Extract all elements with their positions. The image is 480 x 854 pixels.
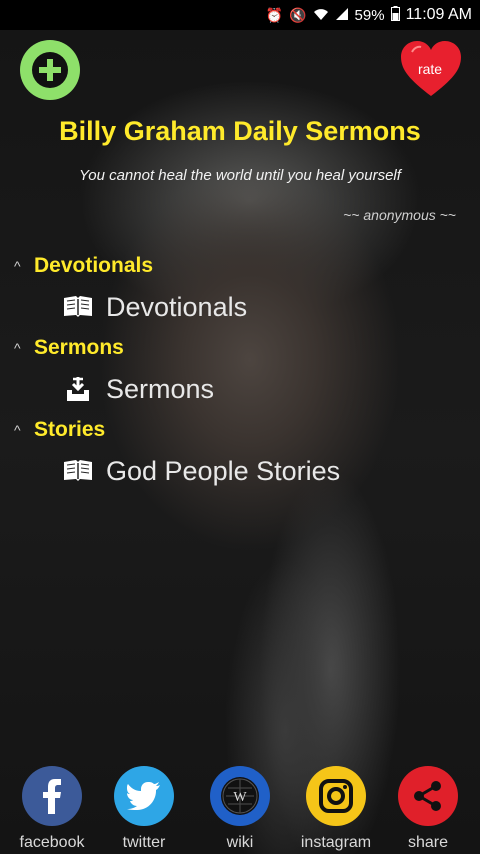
status-time: 11:09 AM (405, 6, 472, 23)
quote-text: You cannot heal the world until you heal… (79, 167, 401, 184)
wiki-button[interactable]: W wiki (200, 766, 280, 852)
item-label: Sermons (106, 373, 215, 404)
share-button[interactable]: share (388, 766, 468, 852)
facebook-icon (22, 766, 82, 826)
share-label: share (407, 834, 449, 851)
app-title: Billy Graham Daily Sermons (59, 116, 421, 146)
instagram-icon (306, 766, 366, 826)
collapse-caret-icon: ^ (14, 340, 21, 356)
twitter-icon (114, 766, 174, 826)
signal-icon (335, 7, 349, 24)
add-button[interactable] (20, 40, 80, 100)
list-item-devotionals[interactable]: Devotionals (62, 289, 247, 325)
collapse-caret-icon: ^ (14, 422, 21, 438)
item-label: Devotionals (106, 291, 248, 322)
plus-icon (32, 52, 68, 88)
mute-icon: 🔇 (289, 6, 307, 23)
battery-percent: 59% (354, 6, 385, 24)
alarm-icon: ⏰ (265, 6, 284, 23)
section-title: Devotionals (34, 254, 154, 277)
wifi-icon (313, 7, 329, 24)
twitter-label: twitter (122, 834, 166, 851)
book-icon (62, 293, 94, 321)
wiki-label: wiki (226, 834, 254, 851)
svg-text:W: W (233, 790, 247, 805)
item-label: God People Stories (106, 455, 341, 486)
list-item-sermons[interactable]: Sermons (62, 371, 214, 407)
facebook-label: facebook (19, 834, 85, 851)
section-header-stories[interactable]: ^ Stories (14, 417, 105, 443)
rate-label: rate (417, 61, 443, 77)
quote-author: ~~ anonymous ~~ (343, 207, 456, 223)
instagram-button[interactable]: instagram (296, 766, 376, 852)
rate-button[interactable]: rate (400, 40, 462, 98)
section-title: Sermons (34, 336, 124, 359)
share-icon (398, 766, 458, 826)
twitter-button[interactable]: twitter (104, 766, 184, 852)
list-item-god-people-stories[interactable]: God People Stories (62, 453, 340, 489)
section-header-sermons[interactable]: ^ Sermons (14, 335, 124, 361)
section-title: Stories (34, 418, 106, 441)
collapse-caret-icon: ^ (14, 258, 21, 274)
facebook-button[interactable]: facebook (12, 766, 92, 852)
instagram-label: instagram (300, 834, 372, 851)
battery-icon (390, 6, 400, 24)
download-tray-icon (62, 375, 94, 403)
status-bar: ⏰ 🔇 59% 11:09 AM (0, 0, 480, 30)
wikipedia-icon: W (210, 766, 270, 826)
section-header-devotionals[interactable]: ^ Devotionals (14, 253, 153, 279)
book-icon (62, 457, 94, 485)
